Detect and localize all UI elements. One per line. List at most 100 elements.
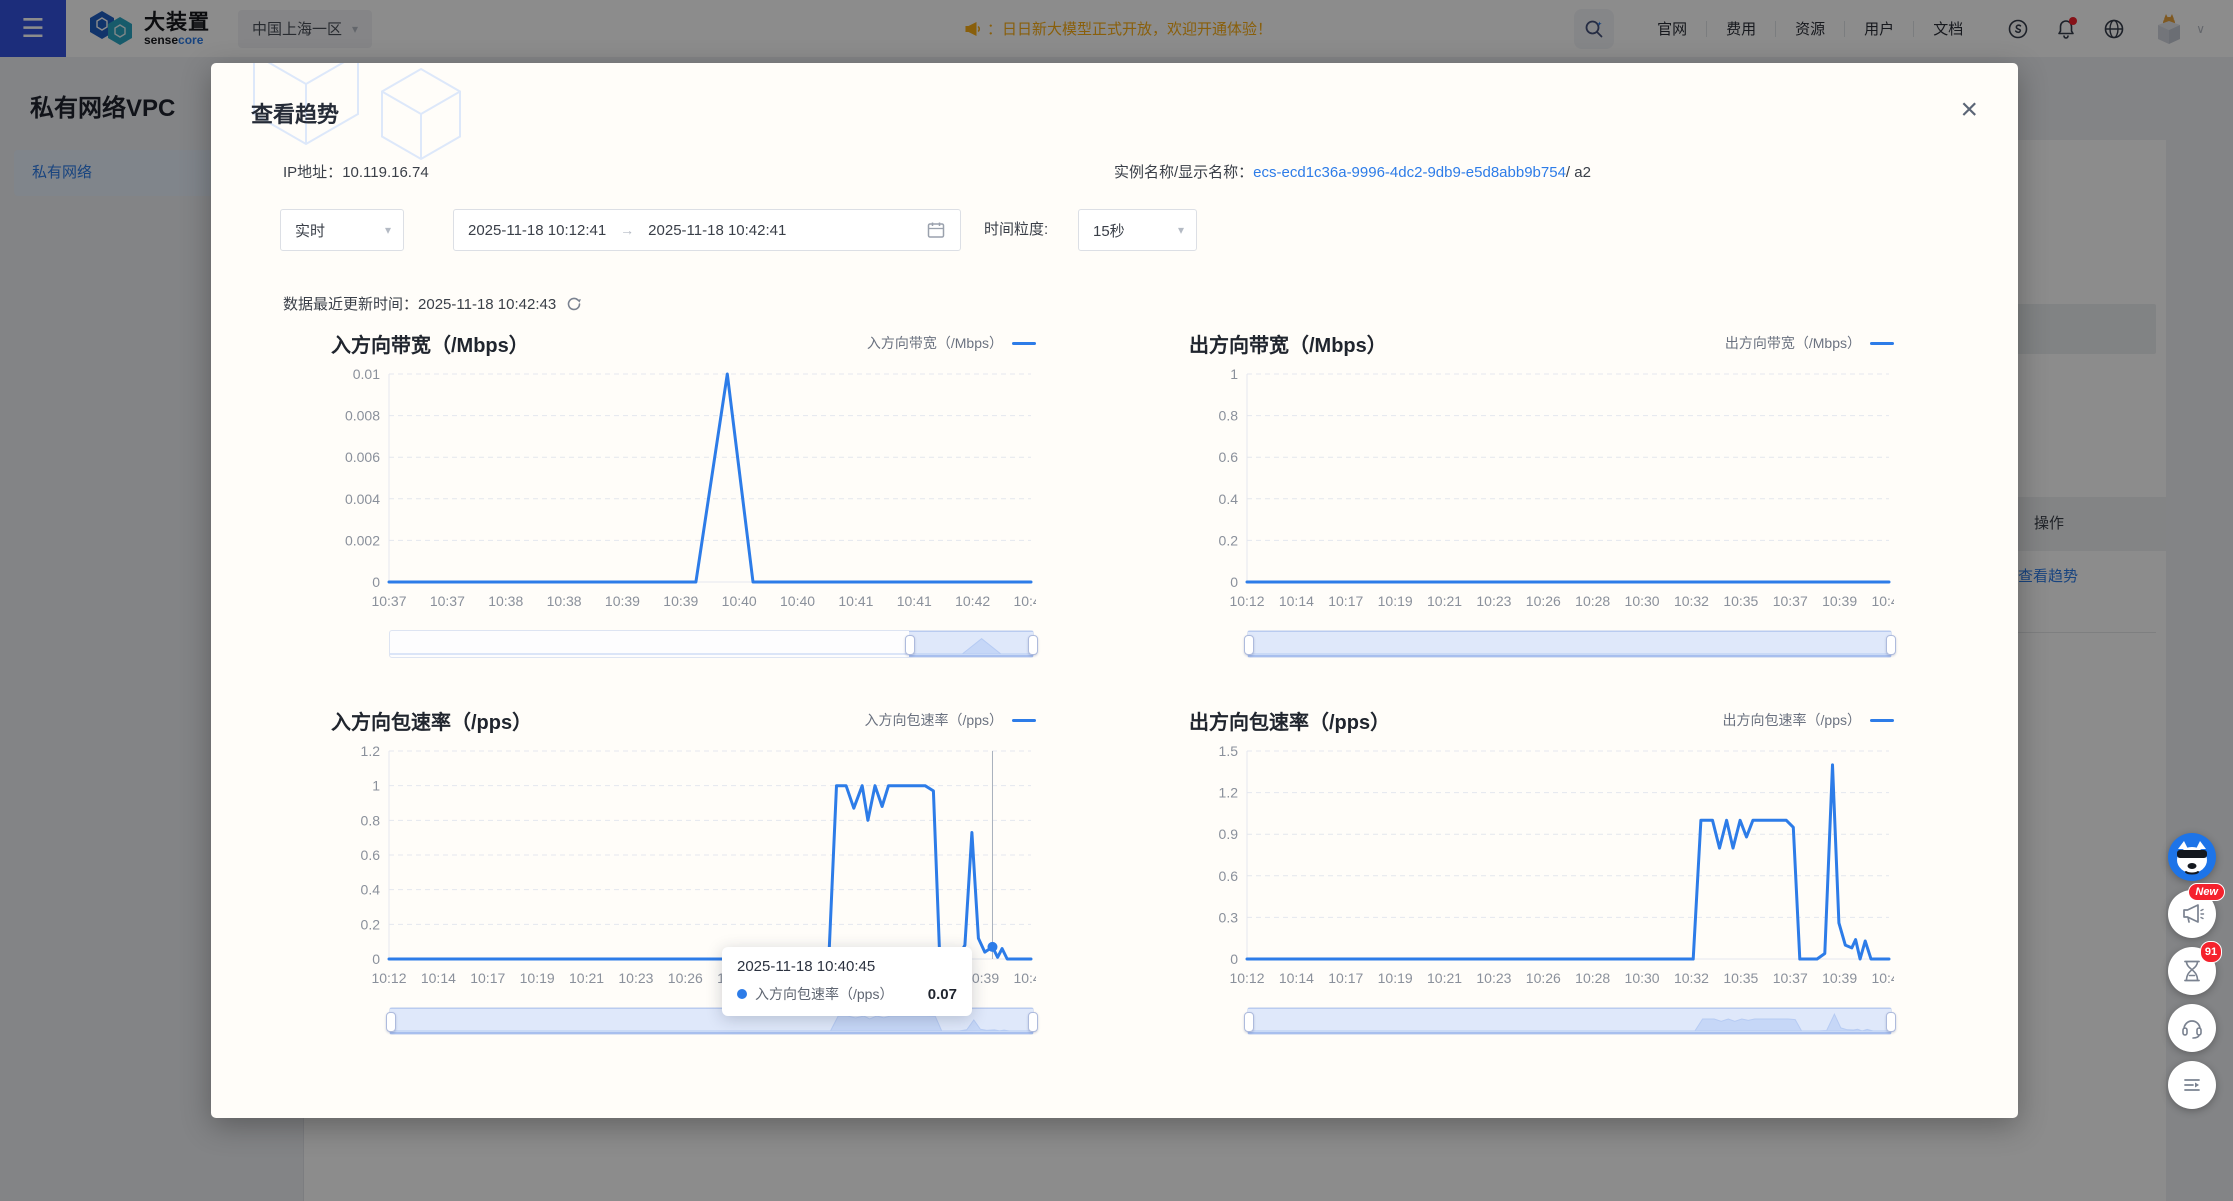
svg-text:10:39: 10:39 — [1822, 970, 1857, 986]
floating-side-buttons: New 91 — [2168, 833, 2218, 1109]
datazoom-selection[interactable] — [909, 631, 1033, 657]
svg-text:0.4: 0.4 — [361, 882, 381, 898]
svg-text:10:35: 10:35 — [1723, 593, 1758, 609]
granularity-select[interactable]: 15秒 ▾ — [1078, 209, 1197, 251]
tooltip-time: 2025-11-18 10:40:45 — [737, 958, 957, 975]
datazoom-slider[interactable] — [1247, 630, 1892, 658]
legend-line-marker — [1870, 719, 1894, 722]
legend-line-marker — [1012, 342, 1036, 345]
legend-item[interactable]: 入方向包速率（/pps） — [865, 710, 1036, 730]
legend-line-marker — [1870, 342, 1894, 345]
time-mode-value: 实时 — [295, 220, 325, 241]
granularity-label: 时间粒度: — [984, 209, 1048, 251]
datazoom-handle-left[interactable] — [905, 635, 915, 655]
svg-text:1: 1 — [372, 778, 380, 794]
datazoom-slider[interactable] — [389, 630, 1034, 658]
tooltip-value: 0.07 — [928, 986, 957, 1003]
chart-title: 入方向包速率（/pps） — [331, 706, 532, 735]
chart-outbound-pps: 出方向包速率（/pps） 出方向包速率（/pps） 00.30.60.91.21… — [1189, 705, 1894, 1035]
svg-text:10:23: 10:23 — [618, 970, 653, 986]
svg-text:10:38: 10:38 — [488, 593, 523, 609]
chart-inbound-bandwidth: 入方向带宽（/Mbps） 入方向带宽（/Mbps） 00.0020.0040.0… — [331, 328, 1036, 658]
svg-text:10:32: 10:32 — [1674, 593, 1709, 609]
refresh-icon[interactable] — [565, 295, 583, 313]
date-range-picker[interactable]: 2025-11-18 10:12:41 → 2025-11-18 10:42:4… — [453, 209, 961, 251]
count-badge: 91 — [2200, 941, 2222, 963]
datazoom-handle-left[interactable] — [386, 1012, 396, 1032]
svg-text:10:40: 10:40 — [780, 593, 815, 609]
new-badge: New — [2188, 883, 2225, 901]
svg-text:10:40: 10:40 — [722, 593, 757, 609]
svg-text:0.3: 0.3 — [1219, 909, 1239, 925]
svg-text:0.4: 0.4 — [1219, 491, 1239, 507]
svg-text:10:37: 10:37 — [371, 593, 406, 609]
line-chart[interactable]: 00.0020.0040.0060.0080.0110:3710:3710:38… — [331, 362, 1036, 620]
datazoom-handle-right[interactable] — [1886, 1012, 1896, 1032]
datazoom-selection[interactable] — [1248, 631, 1891, 657]
line-chart[interactable]: 00.30.60.91.21.510:1210:1410:1710:1910:2… — [1189, 739, 1894, 997]
last-updated-row: 数据最近更新时间：2025-11-18 10:42:43 — [283, 293, 583, 314]
instance-display-name: / a2 — [1566, 164, 1591, 181]
datazoom-handle-right[interactable] — [1028, 635, 1038, 655]
assistant-mascot-button[interactable] — [2168, 833, 2216, 881]
svg-text:10:42: 10:42 — [955, 593, 990, 609]
svg-text:10:19: 10:19 — [1378, 970, 1413, 986]
datazoom-selection[interactable] — [1248, 1008, 1891, 1034]
dog-mascot-icon — [2168, 833, 2216, 881]
time-controls: 实时 ▾ 2025-11-18 10:12:41 → 2025-11-18 10… — [211, 209, 2018, 251]
svg-text:10:26: 10:26 — [1526, 593, 1561, 609]
instance-id-link[interactable]: ecs-ecd1c36a-9996-4dc2-9db9-e5d8abb9b754 — [1253, 164, 1566, 181]
svg-text:10:28: 10:28 — [1575, 593, 1610, 609]
svg-text:10:37: 10:37 — [1773, 593, 1808, 609]
svg-text:10:17: 10:17 — [1328, 970, 1363, 986]
svg-text:0.9: 0.9 — [1219, 826, 1239, 842]
chevron-down-icon: ▾ — [1178, 223, 1184, 237]
pending-tasks-button[interactable]: 91 — [2168, 947, 2216, 995]
svg-text:0: 0 — [372, 574, 380, 590]
svg-text:10:17: 10:17 — [470, 970, 505, 986]
time-mode-select[interactable]: 实时 ▾ — [280, 209, 404, 251]
svg-text:10:14: 10:14 — [421, 970, 456, 986]
svg-text:10:39: 10:39 — [605, 593, 640, 609]
datazoom-handle-right[interactable] — [1028, 1012, 1038, 1032]
svg-text:10:14: 10:14 — [1279, 970, 1314, 986]
svg-text:10:19: 10:19 — [1378, 593, 1413, 609]
datazoom-slider[interactable] — [1247, 1007, 1892, 1035]
instance-label: 实例名称/显示名称： — [1114, 164, 1253, 181]
svg-text:0.008: 0.008 — [345, 408, 380, 424]
svg-text:0.8: 0.8 — [361, 812, 381, 828]
svg-text:10:41: 10:41 — [1871, 970, 1894, 986]
legend-item[interactable]: 入方向带宽（/Mbps） — [867, 333, 1036, 353]
datazoom-handle-right[interactable] — [1886, 635, 1896, 655]
legend-item[interactable]: 出方向带宽（/Mbps） — [1725, 333, 1894, 353]
svg-text:0.004: 0.004 — [345, 491, 380, 507]
svg-text:0.2: 0.2 — [361, 916, 381, 932]
svg-text:10:37: 10:37 — [430, 593, 465, 609]
svg-text:1.5: 1.5 — [1219, 743, 1239, 759]
date-end-value: 2025-11-18 10:42:41 — [648, 222, 786, 239]
svg-text:10:41: 10:41 — [1871, 593, 1894, 609]
close-icon[interactable]: × — [1960, 95, 1978, 125]
datazoom-handle-left[interactable] — [1244, 635, 1254, 655]
instance-name: 实例名称/显示名称：ecs-ecd1c36a-9996-4dc2-9db9-e5… — [1114, 161, 1591, 182]
svg-text:10:38: 10:38 — [547, 593, 582, 609]
line-chart[interactable]: 00.20.40.60.8110:1210:1410:1710:1910:211… — [1189, 362, 1894, 620]
chart-title: 出方向包速率（/pps） — [1189, 706, 1390, 735]
legend-item[interactable]: 出方向包速率（/pps） — [1723, 710, 1894, 730]
svg-text:10:21: 10:21 — [569, 970, 604, 986]
modal-title: 查看趋势 — [251, 97, 339, 129]
whats-new-button[interactable]: New — [2168, 890, 2216, 938]
date-start-value: 2025-11-18 10:12:41 — [468, 222, 606, 239]
collapse-panel-button[interactable] — [2168, 1061, 2216, 1109]
svg-text:0.2: 0.2 — [1219, 532, 1239, 548]
datazoom-handle-left[interactable] — [1244, 1012, 1254, 1032]
chart-outbound-bandwidth: 出方向带宽（/Mbps） 出方向带宽（/Mbps） 00.20.40.60.81… — [1189, 328, 1894, 658]
chart-title: 出方向带宽（/Mbps） — [1189, 329, 1387, 358]
support-button[interactable] — [2168, 1004, 2216, 1052]
svg-text:10:21: 10:21 — [1427, 593, 1462, 609]
svg-text:1.2: 1.2 — [1219, 785, 1239, 801]
svg-text:0.6: 0.6 — [1219, 868, 1239, 884]
ip-address: IP地址：10.119.16.74 — [283, 161, 429, 182]
legend-label: 出方向带宽（/Mbps） — [1725, 333, 1861, 353]
calendar-icon — [926, 220, 946, 240]
